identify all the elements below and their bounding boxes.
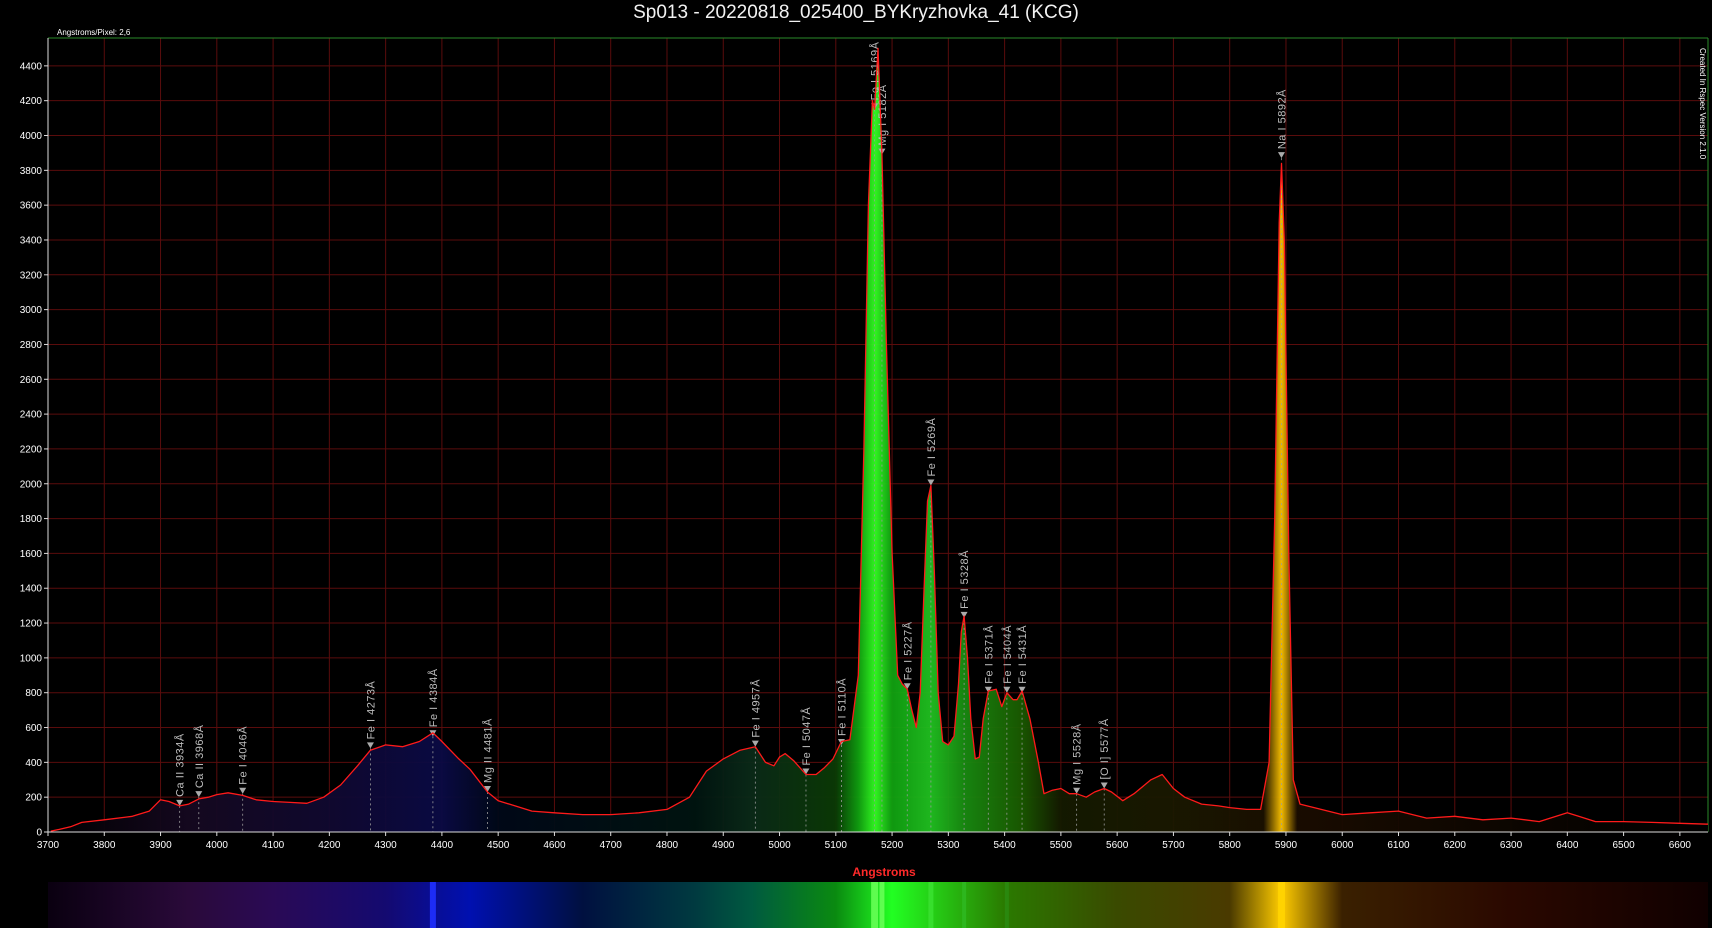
y-tick-label: 3400 (20, 235, 43, 246)
y-tick-label: 3600 (20, 201, 43, 212)
line-label: Fe I 5047Å (800, 707, 813, 766)
strip-line (429, 882, 436, 928)
line-label: Mg I 5528Å (1071, 723, 1084, 784)
x-tick-label: 5800 (1219, 840, 1242, 851)
y-tick-label: 2200 (20, 444, 43, 455)
line-marker-triangle (751, 740, 759, 747)
y-tick-label: 1400 (20, 584, 43, 595)
y-tick-label: 800 (25, 688, 42, 699)
line-label: Na I 5892Å (1275, 89, 1288, 149)
spectrum-fill (50, 48, 1708, 832)
y-tick-label: 2400 (20, 410, 43, 421)
x-tick-label: 5000 (768, 840, 791, 851)
x-tick-label: 5600 (1106, 840, 1129, 851)
line-label: Fe I 5431Å (1016, 625, 1029, 684)
x-tick-label: 5700 (1162, 840, 1185, 851)
line-label: Fe I 5227Å (901, 621, 914, 680)
y-tick-label: 4400 (20, 61, 43, 72)
line-label: Fe I 5371Å (982, 625, 995, 684)
strip-line (871, 882, 879, 928)
strip-line (1277, 882, 1285, 928)
x-axis-label: Angstroms (852, 865, 916, 879)
y-tick-label: 1600 (20, 549, 43, 560)
y-tick-label: 1000 (20, 653, 43, 664)
x-tick-label: 4700 (600, 840, 623, 851)
y-tick-label: 600 (25, 723, 42, 734)
strip-line (1004, 882, 1009, 928)
x-tick-label: 4400 (431, 840, 454, 851)
x-tick-label: 5100 (825, 840, 848, 851)
line-label: Ca II 3934Å (174, 733, 187, 797)
y-tick-label: 400 (25, 758, 42, 769)
y-tick-label: 1200 (20, 619, 43, 630)
line-marker-triangle (195, 791, 203, 798)
x-tick-label: 5900 (1275, 840, 1298, 851)
spectrum-chart: Ca II 3934Å Ca II 3968Å Fe I 4046Å Fe I 427… (20, 28, 1709, 928)
line-label: Fe I 4273Å (364, 680, 377, 739)
y-tick-label: 2800 (20, 340, 43, 351)
line-label: Fe I 5328Å (958, 550, 971, 609)
y-tick-label: 3800 (20, 166, 43, 177)
y-tick-label: 3000 (20, 305, 43, 316)
line-marker-triangle (1277, 152, 1285, 159)
spectrum-area (50, 48, 1708, 832)
dispersion-label: Angstroms/Pixel: 2,6 (57, 28, 131, 37)
x-tick-label: 6200 (1444, 840, 1467, 851)
x-tick-label: 4800 (656, 840, 679, 851)
line-label: Mg II 4481Å (481, 718, 494, 783)
x-tick-label: 6000 (1331, 840, 1354, 851)
line-label: Fe I 5110Å (835, 678, 848, 736)
y-tick-label: 3200 (20, 270, 43, 281)
strip-line (928, 882, 934, 928)
y-tick-label: 4200 (20, 96, 43, 107)
y-tick-label: 2600 (20, 375, 43, 386)
spectrum-strip (48, 882, 1708, 928)
line-marker-triangle (1100, 782, 1108, 789)
x-tick-label: 5400 (993, 840, 1016, 851)
y-tick-label: 200 (25, 793, 42, 804)
x-tick-label: 5200 (881, 840, 904, 851)
line-label: Ca II 3968Å (193, 724, 206, 788)
y-tick-label: 4000 (20, 131, 43, 142)
x-tick-label: 4100 (262, 840, 285, 851)
x-tick-label: 6100 (1387, 840, 1410, 851)
x-tick-label: 5500 (1050, 840, 1073, 851)
x-tick-label: 4600 (543, 840, 566, 851)
y-tick-label: 0 (36, 828, 42, 839)
line-marker-triangle (366, 742, 374, 749)
line-label: Fe I 4384Å (427, 668, 440, 727)
line-marker-triangle (927, 479, 935, 486)
line-label: Fe I 5404Å (1001, 625, 1014, 684)
x-tick-label: 6500 (1612, 840, 1635, 851)
strip-line (879, 882, 885, 928)
line-marker-triangle (239, 787, 247, 794)
line-label: Fe I 5269Å (925, 418, 938, 477)
line-label: Fe I 4046Å (237, 726, 250, 785)
rspec-note: Created In Rspec Version 2.1.0 (1698, 48, 1707, 160)
x-tick-label: 4000 (206, 840, 229, 851)
x-tick-label: 3800 (93, 840, 116, 851)
x-tick-label: 4500 (487, 840, 510, 851)
x-tick-label: 4900 (712, 840, 735, 851)
x-tick-label: 6300 (1500, 840, 1523, 851)
line-marker-triangle (1073, 787, 1081, 794)
x-tick-label: 4200 (318, 840, 341, 851)
x-tick-label: 5300 (937, 840, 960, 851)
x-tick-label: 6600 (1669, 840, 1692, 851)
x-tick-label: 6400 (1556, 840, 1579, 851)
y-tick-label: 2000 (20, 479, 43, 490)
line-markers: Ca II 3934Å Ca II 3968Å Fe I 4046Å Fe I 427… (174, 41, 1288, 832)
x-tick-label: 3900 (149, 840, 172, 851)
strip-line (962, 882, 967, 928)
line-label: Mg I 5182Å (876, 84, 889, 145)
x-tick-label: 4300 (375, 840, 398, 851)
line-label: [O I] 5577Å (1098, 718, 1111, 779)
x-tick-label: 3700 (37, 840, 60, 851)
y-tick-label: 1800 (20, 514, 43, 525)
line-label: Fe I 4957Å (749, 679, 762, 738)
